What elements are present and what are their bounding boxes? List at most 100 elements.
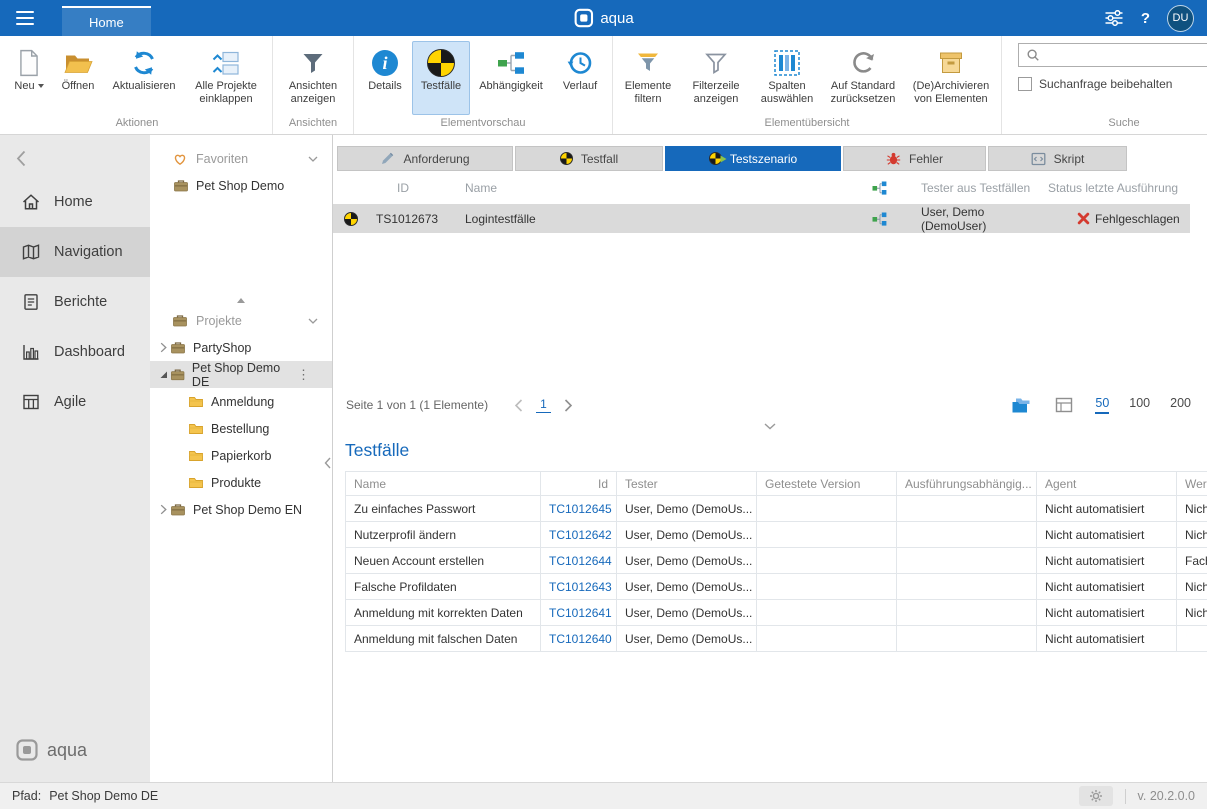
folder-view-toggle-icon[interactable]: [1011, 397, 1033, 414]
spalten-auswaehlen-button[interactable]: Spalten auswählen: [753, 41, 821, 115]
table-row[interactable]: Nutzerprofil ändern TC1012642 User, Demo…: [346, 522, 1207, 548]
tree-item-bestellung[interactable]: Bestellung: [150, 415, 332, 442]
projects-header[interactable]: Projekte: [150, 307, 332, 334]
statusbar-divider: [1125, 789, 1126, 804]
column-header-tester[interactable]: Tester: [617, 472, 757, 496]
filter-row-icon: [703, 46, 729, 80]
column-header-wer[interactable]: Wer: [1177, 472, 1207, 496]
table-row[interactable]: Neuen Account erstellen TC1012644 User, …: [346, 548, 1207, 574]
testcase-link[interactable]: TC1012644: [541, 548, 617, 574]
column-header-name[interactable]: Name: [346, 472, 541, 496]
row-hierarchy[interactable]: [858, 212, 900, 226]
ribbon-tab-home[interactable]: Home: [62, 6, 151, 36]
testcase-link[interactable]: TC1012645: [541, 496, 617, 522]
connections-icon[interactable]: [1104, 10, 1124, 26]
element-type-tabs: Anforderung Testfall Testszenario Fehler…: [337, 146, 1203, 171]
aqua-logo-gray-icon: [15, 738, 39, 762]
expand-collapsed-icon[interactable]: [157, 504, 170, 515]
table-header-row: Name Id Tester Getestete Version Ausführ…: [346, 472, 1207, 496]
page-size-200[interactable]: 200: [1170, 396, 1191, 414]
sidebar-item-agile[interactable]: Agile: [0, 377, 150, 427]
preview-splitter[interactable]: [333, 420, 1207, 432]
details-button[interactable]: i Details: [358, 41, 412, 115]
alle-projekte-einklappen-button[interactable]: Alle Projekte einklappen: [184, 41, 268, 115]
sidebar-item-dashboard[interactable]: Dashboard: [0, 327, 150, 377]
testfaelle-button[interactable]: Testfälle: [412, 41, 470, 115]
tree-item-produkte[interactable]: Produkte: [150, 469, 332, 496]
chevron-down-icon[interactable]: [308, 156, 318, 162]
search-icon: [1019, 48, 1045, 62]
column-header-id[interactable]: ID: [369, 181, 461, 195]
dearchivieren-button[interactable]: (De)Archivieren von Elementen: [905, 41, 997, 115]
hamburger-menu-icon[interactable]: [0, 0, 50, 36]
abhaengigkeit-button[interactable]: Abhängigkeit: [470, 41, 552, 115]
verlauf-button[interactable]: Verlauf: [552, 41, 608, 115]
table-row[interactable]: Anmeldung mit korrekten Daten TC1012641 …: [346, 600, 1207, 626]
column-header-hierarchy[interactable]: [858, 181, 900, 195]
sidebar-item-label: Home: [54, 194, 93, 210]
tab-testszenario[interactable]: Testszenario: [665, 146, 841, 171]
testcase-link[interactable]: TC1012643: [541, 574, 617, 600]
auf-standard-zuruecksetzen-button[interactable]: Auf Standard zurücksetzen: [821, 41, 905, 115]
column-header-name[interactable]: Name: [461, 181, 858, 195]
filterzeile-anzeigen-button[interactable]: Filterzeile anzeigen: [679, 41, 753, 115]
expand-expanded-icon[interactable]: [157, 370, 170, 379]
tree-item-partyshop[interactable]: PartyShop: [150, 334, 332, 361]
favorite-item-pet-shop-demo[interactable]: Pet Shop Demo: [150, 172, 332, 199]
tab-skript[interactable]: Skript: [988, 146, 1127, 171]
column-header-id[interactable]: Id: [541, 472, 617, 496]
tab-fehler[interactable]: Fehler: [843, 146, 986, 171]
tree-item-pet-shop-demo-en[interactable]: Pet Shop Demo EN: [150, 496, 332, 523]
page-size-100[interactable]: 100: [1129, 396, 1150, 414]
column-header-status[interactable]: Status letzte Ausführung: [1048, 181, 1190, 195]
help-icon[interactable]: ?: [1141, 10, 1150, 27]
item-menu-kebab-icon[interactable]: ⋮: [297, 367, 310, 383]
table-row[interactable]: Falsche Profildaten TC1012643 User, Demo…: [346, 574, 1207, 600]
expand-collapsed-icon[interactable]: [157, 342, 170, 353]
prev-page-button[interactable]: [514, 399, 523, 412]
column-header-version[interactable]: Getestete Version: [757, 472, 897, 496]
grouping-toggle-icon[interactable]: [1055, 397, 1073, 413]
next-page-button[interactable]: [564, 399, 573, 412]
column-header-agent[interactable]: Agent: [1037, 472, 1177, 496]
neu-button[interactable]: Neu: [6, 41, 52, 115]
settings-gear-button[interactable]: [1079, 786, 1113, 806]
table-row[interactable]: Zu einfaches Passwort TC1012645 User, De…: [346, 496, 1207, 522]
tab-testfall[interactable]: Testfall: [515, 146, 663, 171]
keep-search-checkbox[interactable]: [1018, 77, 1032, 91]
project-briefcase-icon: [172, 313, 188, 328]
bar-chart-icon: [21, 342, 41, 362]
testcase-link[interactable]: TC1012640: [541, 626, 617, 652]
sidebar-item-home[interactable]: Home: [0, 177, 150, 227]
tab-anforderung[interactable]: Anforderung: [337, 146, 513, 171]
titlebar-actions: ? DU: [1104, 5, 1207, 32]
tree-item-pet-shop-demo-de[interactable]: Pet Shop Demo DE ⋮: [150, 361, 332, 388]
page-size-50[interactable]: 50: [1095, 396, 1109, 414]
current-page-number[interactable]: 1: [536, 397, 551, 413]
oeffnen-button[interactable]: Öffnen: [52, 41, 104, 115]
tree-splitter[interactable]: [150, 293, 332, 307]
tree-item-anmeldung[interactable]: Anmeldung: [150, 388, 332, 415]
table-row-ts1012673[interactable]: TS1012673 Logintestfälle User, Demo (Dem…: [333, 204, 1190, 233]
elemente-filtern-button[interactable]: Elemente filtern: [617, 41, 679, 115]
tree-panel-collapse-arrow[interactable]: [324, 457, 331, 469]
select-columns-icon: [773, 46, 801, 80]
testcase-link[interactable]: TC1012641: [541, 600, 617, 626]
sidebar-item-berichte[interactable]: Berichte: [0, 277, 150, 327]
tree-item-papierkorb[interactable]: Papierkorb: [150, 442, 332, 469]
favorites-header[interactable]: Favoriten: [150, 145, 332, 172]
ansichten-anzeigen-button[interactable]: Ansichten anzeigen: [277, 41, 349, 115]
aktualisieren-button[interactable]: Aktualisieren: [104, 41, 184, 115]
sidebar-item-navigation[interactable]: Navigation: [0, 227, 150, 277]
testcase-link[interactable]: TC1012642: [541, 522, 617, 548]
search-input[interactable]: [1045, 44, 1207, 66]
splitter-up-arrow-icon: [237, 298, 245, 303]
table-row[interactable]: Anmeldung mit falschen Daten TC1012640 U…: [346, 626, 1207, 652]
user-avatar[interactable]: DU: [1167, 5, 1194, 32]
sidebar-collapse-button[interactable]: [0, 135, 150, 177]
column-header-tester[interactable]: Tester aus Testfällen: [900, 181, 1048, 195]
column-header-dependency[interactable]: Ausführungsabhängig...: [897, 472, 1037, 496]
failed-x-icon: [1077, 212, 1090, 225]
chevron-down-icon[interactable]: [308, 318, 318, 324]
breadcrumb: Pet Shop Demo DE: [49, 789, 158, 803]
